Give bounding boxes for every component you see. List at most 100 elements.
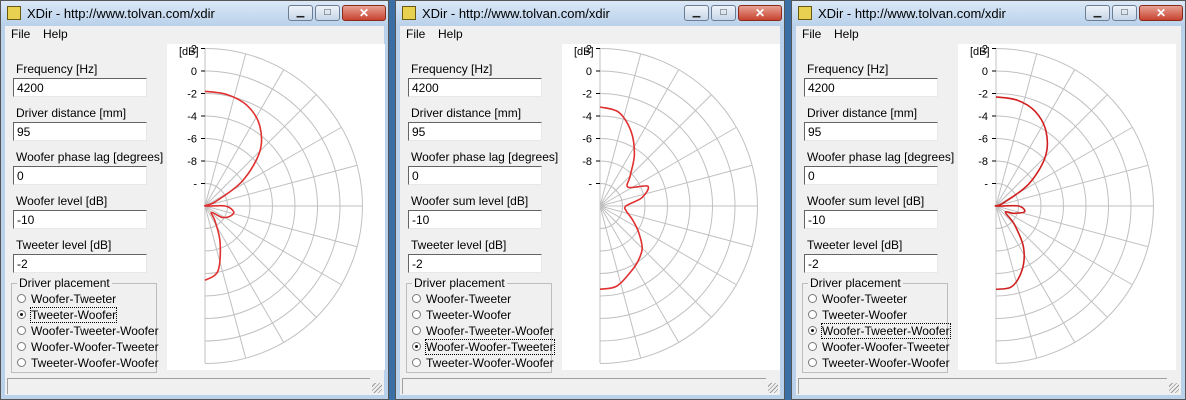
menu-help[interactable]: Help (43, 27, 68, 41)
menu-help[interactable]: Help (834, 27, 859, 41)
frequency-field[interactable]: 4200 (13, 78, 147, 97)
frequency-label: Frequency [Hz] (16, 62, 98, 76)
xdir-window-3: XDir - http://www.tolvan.com/xdir ▁ □ ✕ File… (791, 0, 1186, 400)
grid-spoke (995, 205, 1133, 285)
woofer-level-field[interactable]: -10 (804, 210, 938, 229)
maximize-icon[interactable]: □ (1112, 5, 1137, 21)
radio-button-icon[interactable] (17, 358, 26, 367)
radio-label: Woofer-Tweeter-Woofer (31, 324, 159, 338)
radio-button-icon[interactable] (412, 310, 421, 319)
radio-button-icon[interactable] (412, 294, 421, 303)
maximize-icon[interactable]: □ (711, 5, 736, 21)
menu-file[interactable]: File (406, 27, 425, 41)
woofer-phase-lag-label: Woofer phase lag [degrees] (16, 150, 164, 164)
tick-label: - (588, 179, 592, 191)
status-bar (5, 375, 384, 395)
radio-button-icon[interactable] (17, 342, 26, 351)
woofer-phase-lag-label: Woofer phase lag [degrees] (807, 150, 955, 164)
radio-label: Tweeter-Woofer (426, 308, 512, 322)
title-bar[interactable]: XDir - http://www.tolvan.com/xdir ▁ □ ✕ (792, 1, 1185, 26)
menu-file[interactable]: File (11, 27, 30, 41)
driver-placement-group: Driver placement Woofer-Tweeter Tweeter-Wo… (11, 276, 159, 373)
radio-label: Woofer-Woofer-Tweeter (425, 339, 555, 355)
polar-plot-svg: 2 0 -2 -4 -6 -8 - (187, 44, 363, 364)
radio-button-icon[interactable] (17, 294, 26, 303)
radio-label: Tweeter-Woofer-Woofer (822, 356, 950, 370)
tick-label: -4 (582, 111, 592, 123)
radio-button-icon[interactable] (17, 326, 26, 335)
status-bar (400, 375, 780, 395)
resize-grip-icon[interactable] (768, 383, 778, 393)
title-bar[interactable]: XDir - http://www.tolvan.com/xdir ▁ □ ✕ (396, 1, 784, 26)
status-bar (796, 375, 1181, 395)
minimize-icon[interactable]: ▁ (1085, 5, 1110, 21)
radio-label: Woofer-Woofer-Tweeter (822, 340, 950, 354)
minimize-icon[interactable]: ▁ (288, 5, 313, 21)
frequency-label: Frequency [Hz] (411, 62, 493, 76)
driver-placement-label: Driver placement (808, 276, 903, 290)
client-area: File Help Frequency [Hz] 4200 Driver distanc… (400, 26, 780, 395)
status-panel (798, 378, 1167, 394)
resize-grip-icon[interactable] (1169, 383, 1179, 393)
driver-placement-label: Driver placement (412, 276, 507, 290)
close-icon[interactable]: ✕ (342, 5, 386, 21)
woofer-level-field[interactable]: -10 (408, 210, 542, 229)
radio-button-icon[interactable] (412, 358, 421, 367)
menu-bar: File Help (5, 26, 384, 44)
grid-spoke (599, 205, 737, 285)
app-icon (7, 6, 21, 20)
woofer-phase-lag-field[interactable]: 0 (804, 166, 938, 185)
radio-label: Tweeter-Woofer (29, 307, 118, 323)
driver-placement-label: Driver placement (17, 276, 112, 290)
minimize-icon[interactable]: ▁ (684, 5, 709, 21)
grid-spoke (599, 69, 679, 207)
radio-label: Woofer-Tweeter-Woofer (821, 323, 951, 339)
tick-label: 0 (982, 66, 988, 78)
radio-label: Woofer-Tweeter (31, 292, 117, 306)
menu-bar: File Help (400, 26, 780, 44)
resize-grip-icon[interactable] (372, 383, 382, 393)
grid-spoke (599, 127, 737, 207)
woofer-level-field[interactable]: -10 (13, 210, 147, 229)
maximize-icon[interactable]: □ (315, 5, 340, 21)
tick-label: -2 (582, 89, 592, 101)
menu-file[interactable]: File (802, 27, 821, 41)
grid-spoke (599, 205, 752, 248)
tick-label: -4 (978, 111, 988, 123)
woofer-phase-lag-field[interactable]: 0 (13, 166, 147, 185)
driver-distance-field[interactable]: 95 (408, 122, 542, 141)
menu-help[interactable]: Help (438, 27, 463, 41)
frequency-field[interactable]: 4200 (804, 78, 938, 97)
frequency-field[interactable]: 4200 (408, 78, 542, 97)
driver-distance-label: Driver distance [mm] (16, 106, 127, 120)
close-icon[interactable]: ✕ (738, 5, 782, 21)
radio-button-icon[interactable] (412, 342, 421, 351)
driver-distance-field[interactable]: 95 (13, 122, 147, 141)
tick-label: -2 (187, 89, 197, 101)
tweeter-level-field[interactable]: -2 (804, 254, 938, 273)
radio-button-icon[interactable] (808, 310, 817, 319)
tweeter-level-label: Tweeter level [dB] (16, 238, 112, 252)
status-panel (7, 378, 370, 394)
grid-spoke (204, 205, 317, 318)
tweeter-level-field[interactable]: -2 (13, 254, 147, 273)
grid-spoke (599, 164, 752, 207)
tick-label: 2 (586, 44, 592, 56)
radio-label: Woofer-Tweeter-Woofer (426, 324, 554, 338)
tweeter-level-field[interactable]: -2 (408, 254, 542, 273)
close-icon[interactable]: ✕ (1139, 5, 1183, 21)
radio-button-icon[interactable] (17, 310, 26, 319)
radio-button-icon[interactable] (808, 294, 817, 303)
radio-button-icon[interactable] (808, 358, 817, 367)
radio-button-icon[interactable] (808, 326, 817, 335)
radio-button-icon[interactable] (412, 326, 421, 335)
radio-button-icon[interactable] (808, 342, 817, 351)
title-bar[interactable]: XDir - http://www.tolvan.com/xdir ▁ □ ✕ (1, 1, 388, 26)
driver-placement-group: Driver placement Woofer-Tweeter Tweeter-Wo… (802, 276, 951, 373)
window-title: XDir - http://www.tolvan.com/xdir (422, 6, 610, 21)
woofer-phase-lag-field[interactable]: 0 (408, 166, 542, 185)
driver-placement-group: Driver placement Woofer-Tweeter Tweeter-Wo… (406, 276, 555, 373)
woofer-phase-lag-label: Woofer phase lag [degrees] (411, 150, 559, 164)
driver-distance-field[interactable]: 95 (804, 122, 938, 141)
grid-spoke (995, 164, 1148, 207)
